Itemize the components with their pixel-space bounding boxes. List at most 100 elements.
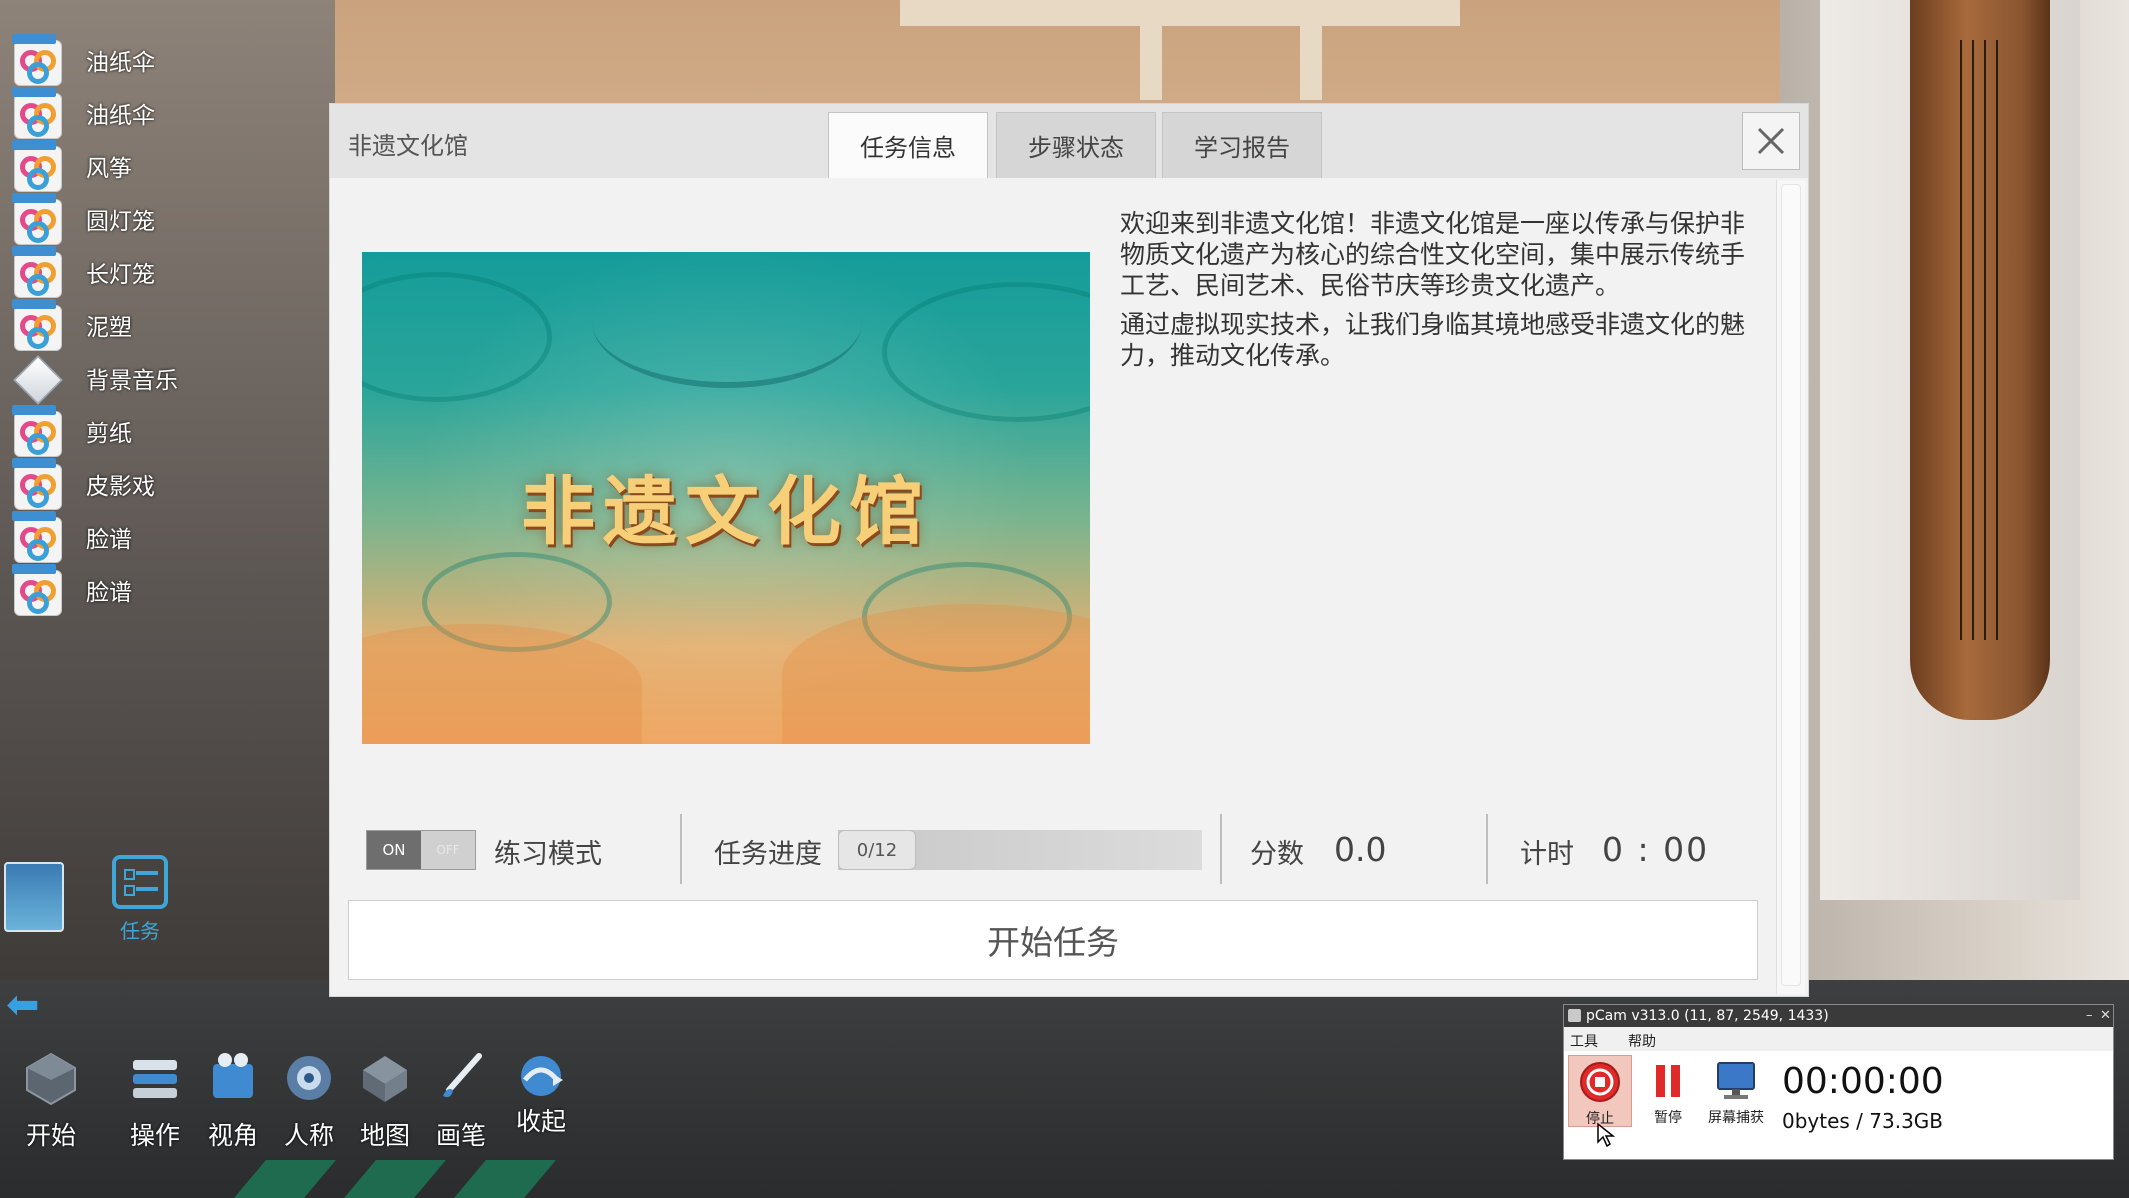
intro-paragraph: 欢迎来到非遗文化馆！非遗文化馆是一座以传承与保护非物质文化遗产为核心的综合性文化… <box>1120 209 1746 300</box>
list-item-label: 圆灯笼 <box>86 209 155 235</box>
task-shortcut[interactable]: 任务 <box>100 855 180 944</box>
list-item-label: 皮影戏 <box>86 474 155 500</box>
list-item[interactable]: 油纸伞 <box>10 30 330 90</box>
app-logo-icon <box>10 193 62 245</box>
app-logo-icon <box>10 140 62 192</box>
tab-step-status[interactable]: 步骤状态 <box>996 112 1156 178</box>
scroll-thumb[interactable] <box>1781 184 1801 986</box>
collapse-globe-icon <box>513 1050 569 1106</box>
recorder-titlebar[interactable]: pCam v313.0 (11, 87, 2549, 1433) – ✕ <box>1564 1005 2113 1027</box>
ceiling-beam <box>1300 0 1322 100</box>
start-menu-button[interactable]: 开始 <box>14 1050 88 1152</box>
list-item[interactable]: 脸谱 <box>10 560 330 620</box>
collapse-button[interactable]: 收起 <box>504 1050 578 1138</box>
toggle-on: ON <box>367 831 421 869</box>
toggle-off: OFF <box>421 831 475 869</box>
task-shortcut-label: 任务 <box>120 919 160 943</box>
start-task-button[interactable]: 开始任务 <box>348 900 1758 980</box>
stop-icon <box>1580 1062 1620 1102</box>
collapse-label: 收起 <box>515 1107 566 1136</box>
ceiling-beam <box>900 0 1460 26</box>
brush-icon <box>433 1050 489 1106</box>
list-item[interactable]: 脸谱 <box>10 507 330 567</box>
list-item[interactable]: 油纸伞 <box>10 83 330 143</box>
person-label: 人称 <box>283 1121 334 1150</box>
recorder-title: pCam v313.0 (11, 87, 2549, 1433) <box>1586 1008 1829 1024</box>
banner-title: 非遗文化馆 <box>521 469 931 555</box>
ceiling-beam <box>1140 0 1162 100</box>
list-item-label: 脸谱 <box>86 580 132 606</box>
view-button[interactable]: 视角 <box>196 1050 270 1152</box>
task-controls: ON OFF 练习模式 任务进度 0/12 分数 0.0 计时 0 : 00 <box>330 804 1770 888</box>
recorder-menubar: 工具 帮助 <box>1564 1027 2113 1051</box>
clipboard-icon <box>112 855 168 909</box>
close-icon <box>1757 127 1785 155</box>
list-item-label: 长灯笼 <box>86 262 155 288</box>
minimize-icon[interactable]: – <box>2086 1005 2093 1027</box>
dialog-title: 非遗文化馆 <box>348 132 468 160</box>
list-item[interactable]: 背景音乐 <box>10 348 330 408</box>
list-item[interactable]: 圆灯笼 <box>10 189 330 249</box>
progress-label: 任务进度 <box>714 839 822 870</box>
app-logo-icon <box>10 299 62 351</box>
list-item-label: 脸谱 <box>86 527 132 553</box>
map-label: 地图 <box>359 1121 410 1150</box>
menu-tools[interactable]: 工具 <box>1570 1031 1598 1051</box>
operate-label: 操作 <box>129 1121 180 1150</box>
brush-button[interactable]: 画笔 <box>424 1050 498 1152</box>
practice-mode-toggle[interactable]: ON OFF <box>366 830 476 870</box>
score-label: 分数 <box>1250 839 1304 870</box>
list-item[interactable]: 皮影戏 <box>10 454 330 514</box>
book-icon[interactable] <box>4 862 64 932</box>
bottom-toolbar: 开始 操作 视角 人称 地图 画笔 收起 <box>0 1050 566 1198</box>
divider <box>1486 814 1488 884</box>
banner-image: 非遗文化馆 <box>362 252 1090 744</box>
mode-label: 练习模式 <box>494 839 602 870</box>
list-item[interactable]: 风筝 <box>10 136 330 196</box>
timer-value: 0 : 00 <box>1602 830 1710 869</box>
intro-text: 欢迎来到非遗文化馆！非遗文化馆是一座以传承与保护非物质文化遗产为核心的综合性文化… <box>1120 208 1750 379</box>
close-button[interactable] <box>1742 112 1800 170</box>
app-logo-icon <box>10 511 62 563</box>
screen-capture-label: 屏幕捕获 <box>1708 1110 1764 1126</box>
map-button[interactable]: 地图 <box>348 1050 422 1152</box>
map-icon <box>357 1050 413 1106</box>
app-logo-icon <box>10 87 62 139</box>
app-logo-icon <box>10 405 62 457</box>
recorder-app-icon <box>1568 1009 1581 1022</box>
list-item[interactable]: 剪纸 <box>10 401 330 461</box>
progress-count: 0/12 <box>838 830 916 870</box>
back-arrow-icon[interactable]: ⬅ <box>6 982 40 1028</box>
list-item-label: 泥塑 <box>86 315 132 341</box>
list-item-label: 油纸伞 <box>86 103 155 129</box>
pause-icon <box>1656 1065 1680 1097</box>
monitor-icon <box>1717 1062 1755 1099</box>
menu-help[interactable]: 帮助 <box>1628 1031 1656 1051</box>
tab-study-report[interactable]: 学习报告 <box>1162 112 1322 178</box>
operate-button[interactable]: 操作 <box>118 1050 192 1152</box>
brush-label: 画笔 <box>435 1121 486 1150</box>
recording-size: 0bytes / 73.3GB <box>1782 1109 1944 1133</box>
camera-view-icon <box>205 1050 261 1106</box>
dialog-header: 非遗文化馆 任务信息 步骤状态 学习报告 <box>330 104 1808 178</box>
dialog-scrollbar[interactable] <box>1776 180 1805 994</box>
close-icon[interactable]: ✕ <box>2100 1005 2111 1027</box>
task-dialog: 非遗文化馆 任务信息 步骤状态 学习报告 非遗文化馆 欢迎来到非遗文化馆！非遗文… <box>330 104 1808 996</box>
list-item[interactable]: 长灯笼 <box>10 242 330 302</box>
stop-button[interactable]: 停止 <box>1568 1055 1632 1127</box>
recorder-window: pCam v313.0 (11, 87, 2549, 1433) – ✕ 工具 … <box>1563 1004 2114 1160</box>
timer-label: 计时 <box>1520 839 1574 870</box>
recorder-body: 停止 暂停 屏幕捕获 00:00:00 0bytes / 73.3GB <box>1564 1051 2113 1159</box>
list-item[interactable]: 泥塑 <box>10 295 330 355</box>
divider <box>680 814 682 884</box>
divider <box>1220 814 1222 884</box>
person-perspective-icon <box>281 1050 337 1106</box>
pause-button[interactable]: 暂停 <box>1636 1055 1700 1127</box>
list-item-label: 油纸伞 <box>86 50 155 76</box>
guqin-instrument <box>1910 0 2050 720</box>
app-logo-icon <box>10 246 62 298</box>
mouse-cursor-icon <box>1597 1122 1616 1148</box>
person-button[interactable]: 人称 <box>272 1050 346 1152</box>
tab-task-info[interactable]: 任务信息 <box>828 112 988 178</box>
screen-capture-button[interactable]: 屏幕捕获 <box>1704 1055 1768 1127</box>
